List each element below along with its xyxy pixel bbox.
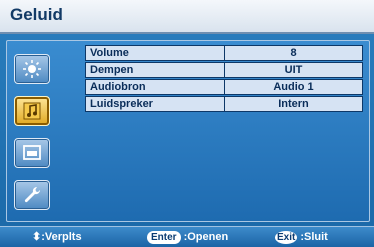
footer-help-bar: ⬍:Verplts Enter:Openen Exit:Sluit xyxy=(0,226,374,247)
brightness-icon xyxy=(23,60,41,78)
setting-label: Luidspreker xyxy=(85,96,225,112)
page-title: Geluid xyxy=(10,5,63,24)
exit-label: :Sluit xyxy=(300,231,328,243)
up-down-arrows-icon: ⬍ xyxy=(32,231,42,243)
brightness-category-button[interactable] xyxy=(14,54,50,84)
setting-value: 8 xyxy=(225,45,363,61)
table-row-audiobron[interactable]: Audiobron Audio 1 xyxy=(85,79,363,95)
setting-value: UIT xyxy=(225,62,363,78)
enter-key-icon: Enter xyxy=(147,231,181,244)
footer-exit-hint: Exit:Sluit xyxy=(275,230,328,244)
footer-move-hint: ⬍:Verplts xyxy=(32,230,82,244)
settings-wrench-icon xyxy=(24,186,41,203)
setting-label: Volume xyxy=(85,45,225,61)
setting-value: Audio 1 xyxy=(225,79,363,95)
setting-value: Intern xyxy=(225,96,363,112)
settings-category-button[interactable] xyxy=(14,180,50,210)
display-category-button[interactable] xyxy=(14,138,50,168)
table-row-dempen[interactable]: Dempen UIT xyxy=(85,62,363,78)
setting-label: Dempen xyxy=(85,62,225,78)
title-bar: Geluid xyxy=(0,0,374,34)
footer-enter-hint: Enter:Openen xyxy=(147,230,228,244)
settings-table: Volume 8 Dempen UIT Audiobron Audio 1 Lu… xyxy=(85,45,363,113)
move-label: :Verplts xyxy=(41,231,82,243)
audio-category-button[interactable] xyxy=(14,96,50,126)
table-row-volume[interactable]: Volume 8 xyxy=(85,45,363,61)
osd-menu: Geluid Volume 8 Dempen UIT Audiobron Aud… xyxy=(0,0,374,247)
enter-label: :Openen xyxy=(183,231,229,243)
table-row-luidspreker[interactable]: Luidspreker Intern xyxy=(85,96,363,112)
setting-label: Audiobron xyxy=(85,79,225,95)
audio-icon xyxy=(23,102,41,120)
display-icon xyxy=(23,145,41,160)
exit-key-icon: Exit xyxy=(275,231,298,244)
